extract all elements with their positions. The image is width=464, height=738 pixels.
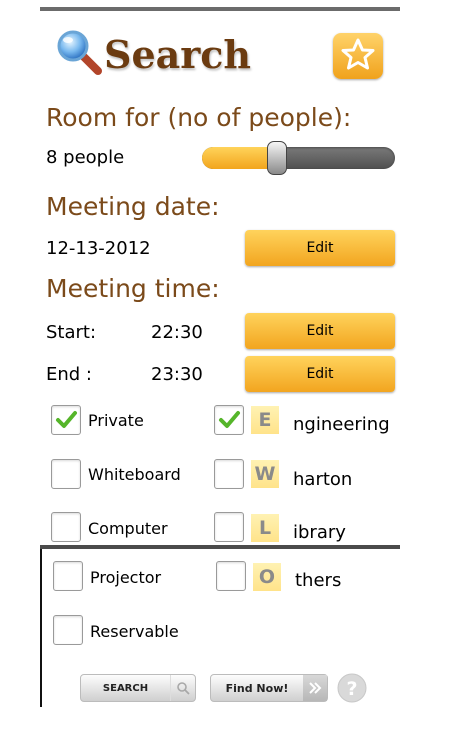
edit-end-button[interactable]: Edit: [245, 356, 395, 392]
favorites-button[interactable]: [333, 33, 383, 79]
time-heading: Meeting time:: [46, 274, 220, 303]
private-checkbox[interactable]: [51, 405, 81, 435]
whiteboard-label: Whiteboard: [88, 465, 181, 484]
search-button[interactable]: SEARCH: [80, 674, 196, 702]
projector-label: Projector: [90, 568, 162, 587]
date-heading: Meeting date:: [46, 192, 220, 221]
library-label: ibrary: [293, 522, 346, 543]
library-checkbox[interactable]: [214, 512, 244, 542]
double-chevron-right-icon: [303, 675, 327, 701]
svg-text:?: ?: [346, 678, 357, 700]
engineering-checkbox[interactable]: [214, 405, 244, 435]
wharton-letter-badge: W: [251, 460, 279, 488]
others-checkbox[interactable]: [216, 561, 246, 591]
people-slider[interactable]: [202, 147, 395, 169]
search-icon: [170, 675, 195, 701]
edit-date-button[interactable]: Edit: [245, 230, 395, 266]
wharton-label: harton: [293, 469, 353, 490]
others-label: thers: [295, 570, 342, 591]
wharton-checkbox[interactable]: [214, 459, 244, 489]
end-value: 23:30: [151, 364, 203, 385]
start-value: 22:30: [151, 322, 203, 343]
edit-start-button[interactable]: Edit: [245, 313, 395, 349]
find-now-button[interactable]: Find Now!: [210, 674, 328, 702]
slider-fill: [202, 147, 274, 169]
engineering-label: ngineering: [293, 414, 390, 435]
slider-thumb[interactable]: [267, 141, 287, 175]
computer-label: Computer: [88, 519, 168, 538]
star-icon: [341, 38, 375, 74]
start-label: Start:: [46, 322, 97, 343]
library-letter-badge: L: [251, 514, 279, 542]
others-letter-badge: O: [253, 563, 281, 591]
help-icon[interactable]: ?: [334, 672, 370, 704]
room-value: 8 people: [46, 147, 125, 168]
private-label: Private: [88, 411, 144, 430]
search-button-label: SEARCH: [102, 682, 149, 694]
room-heading: Room for (no of people):: [46, 103, 352, 132]
end-label: End :: [46, 364, 92, 385]
projector-checkbox[interactable]: [53, 561, 83, 591]
find-now-label: Find Now!: [225, 681, 289, 695]
whiteboard-checkbox[interactable]: [51, 459, 81, 489]
page-title: Search: [104, 32, 252, 77]
reservable-checkbox[interactable]: [53, 615, 83, 645]
left-border: [40, 549, 42, 707]
date-value: 12-13-2012: [46, 238, 151, 259]
magnifier-icon: [56, 29, 102, 75]
reservable-label: Reservable: [90, 622, 179, 641]
engineering-letter-badge: E: [251, 406, 279, 434]
computer-checkbox[interactable]: [51, 512, 81, 542]
top-edge: [40, 7, 400, 11]
